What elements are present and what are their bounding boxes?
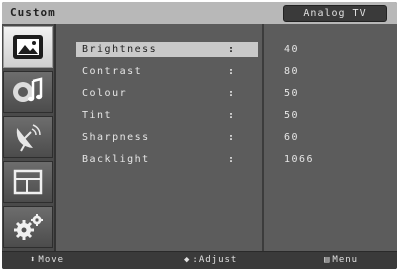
colour-value: 50 xyxy=(284,88,300,99)
sidebar-item-setup[interactable] xyxy=(3,206,53,248)
satellite-dish-icon xyxy=(16,124,41,152)
setting-label: Backlight xyxy=(82,154,150,165)
setting-row-sharpness[interactable]: Sharpness : xyxy=(76,130,258,145)
sidebar-item-screen[interactable] xyxy=(3,161,53,203)
setting-row-brightness[interactable]: Brightness : xyxy=(76,42,258,57)
gears-icon xyxy=(14,214,43,240)
settings-list: Brightness : Contrast : Colour : Tint : … xyxy=(56,24,262,251)
tint-value: 50 xyxy=(284,110,300,121)
title-bar: Custom Analog TV xyxy=(2,2,397,24)
sidebar-item-sound[interactable] xyxy=(3,71,53,113)
contrast-value: 80 xyxy=(284,66,300,77)
source-badge: Analog TV xyxy=(283,5,387,22)
setting-separator: : xyxy=(228,88,236,99)
tv-osd-screen: Custom Analog TV Brightness: Contrast:… xyxy=(2,2,397,269)
menu-button-icon: ▤ xyxy=(324,255,331,265)
backlight-value: 1066 xyxy=(284,154,315,165)
up-down-arrow-icon: ⬍ xyxy=(30,255,37,265)
sound-icon xyxy=(13,77,43,102)
screen-layout-icon xyxy=(13,169,43,195)
menu-title: Custom xyxy=(10,6,56,19)
setting-row-tint[interactable]: Tint : xyxy=(76,108,258,123)
sidebar-item-picture[interactable] xyxy=(3,26,53,68)
setting-separator: : xyxy=(228,44,236,55)
setting-label: Sharpness xyxy=(82,132,150,143)
setting-separator: : xyxy=(228,154,236,165)
setting-label: Contrast xyxy=(82,66,143,77)
category-sidebar xyxy=(2,24,56,251)
setting-row-contrast[interactable]: Contrast : xyxy=(76,64,258,79)
sidebar-item-channel[interactable] xyxy=(3,116,53,158)
move-hint-label: Move xyxy=(38,255,65,265)
move-hint: ⬍ Move xyxy=(30,255,64,265)
hint-bar: ⬍ Move ◆:Adjust ▤ Menu xyxy=(2,251,397,269)
setting-separator: : xyxy=(228,110,236,121)
setting-label: Colour xyxy=(82,88,128,99)
left-right-arrow-icon: ◆ xyxy=(184,255,191,265)
menu-hint: ▤ Menu xyxy=(324,255,358,265)
settings-values: 40 80 50 50 60 1066 xyxy=(264,24,397,251)
adjust-hint-label: :Adjust xyxy=(192,255,238,265)
setting-separator: : xyxy=(228,132,236,143)
setting-row-backlight[interactable]: Backlight : xyxy=(76,152,258,167)
brightness-value: 40 xyxy=(284,44,300,55)
setting-label: Tint xyxy=(82,110,113,121)
adjust-hint: ◆:Adjust xyxy=(184,255,237,265)
setting-row-colour[interactable]: Colour : xyxy=(76,86,258,101)
setting-label: Brightness xyxy=(82,44,158,55)
setting-separator: : xyxy=(228,66,236,77)
picture-icon xyxy=(13,35,43,59)
sharpness-value: 60 xyxy=(284,132,300,143)
menu-hint-label: Menu xyxy=(332,255,359,265)
